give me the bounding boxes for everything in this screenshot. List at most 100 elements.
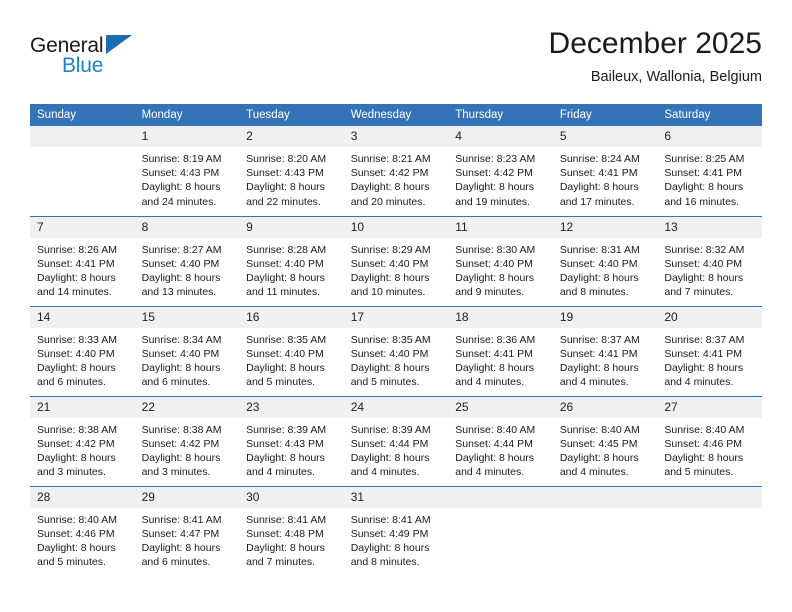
calendar-day-cell[interactable]: 26 Sunrise: 8:40 AM Sunset: 4:45 PM Dayligh…	[552, 395, 658, 486]
calendar-day-cell[interactable]: 5 Sunrise: 8:24 AM Sunset: 4:41 PM Daylight…	[552, 126, 658, 216]
daylight-text-line2: and 4 minutes.	[350, 466, 420, 479]
weekday-header-friday: Friday	[552, 104, 658, 126]
daylight-text-line2: and 6 minutes.	[37, 376, 106, 389]
calendar-day-cell[interactable]: 4 Sunrise: 8:23 AM Sunset: 4:42 PM Daylight…	[448, 126, 553, 216]
calendar-day-cell[interactable]: 1 Sunrise: 8:19 AM Sunset: 4:43 PM Daylight…	[134, 126, 240, 216]
day-number: 11	[448, 216, 553, 238]
calendar-day-cell[interactable]: 17 Sunrise: 8:35 AM Sunset: 4:40 PM Dayligh…	[343, 305, 449, 396]
day-number: 10	[343, 216, 449, 238]
calendar-week-row: 28 Sunrise: 8:40 AM Sunset: 4:46 PM Dayligh…	[30, 485, 762, 576]
weekday-header-sunday: Sunday	[30, 104, 135, 126]
sunrise-text: Sunrise: 8:27 AM	[141, 243, 222, 256]
calendar-day-cell[interactable]: 28 Sunrise: 8:40 AM Sunset: 4:46 PM Dayligh…	[30, 485, 135, 576]
daylight-text-line1: Daylight: 8 hours	[350, 541, 430, 554]
calendar-day-cell[interactable]: 20 Sunrise: 8:37 AM Sunset: 4:41 PM Dayligh…	[657, 305, 762, 396]
day-details: Sunrise: 8:32 AM Sunset: 4:40 PM Daylight:…	[657, 238, 762, 300]
calendar-day-cell[interactable]: 29 Sunrise: 8:41 AM Sunset: 4:47 PM Dayligh…	[134, 485, 240, 576]
day-number: 17	[343, 306, 449, 328]
weekday-header-thursday: Thursday	[448, 104, 553, 126]
sunrise-text: Sunrise: 8:19 AM	[141, 153, 222, 165]
sunset-text: Sunset: 4:47 PM	[141, 527, 220, 540]
calendar-day-cell[interactable]: 24 Sunrise: 8:39 AM Sunset: 4:44 PM Dayligh…	[343, 395, 449, 486]
daylight-text-line1: Daylight: 8 hours	[37, 271, 116, 284]
calendar-day-cell[interactable]: 12 Sunrise: 8:31 AM Sunset: 4:40 PM Dayligh…	[552, 215, 658, 306]
calendar-day-cell[interactable]: 31 Sunrise: 8:41 AM Sunset: 4:49 PM Dayligh…	[343, 485, 449, 576]
daylight-text-line1: Daylight: 8 hours	[559, 451, 639, 464]
daylight-text-line1: Daylight: 8 hours	[350, 271, 430, 284]
day-number: 15	[134, 306, 240, 328]
calendar-day-cell[interactable]: 2 Sunrise: 8:20 AM Sunset: 4:43 PM Daylight…	[239, 126, 344, 216]
sunrise-text: Sunrise: 8:35 AM	[246, 333, 327, 346]
daylight-text-line2: and 20 minutes.	[350, 195, 426, 208]
day-number: 1	[134, 126, 240, 147]
calendar-day-cell[interactable]: 30 Sunrise: 8:41 AM Sunset: 4:48 PM Dayligh…	[239, 485, 344, 576]
day-number: 22	[134, 396, 240, 418]
calendar-day-cell[interactable]: 18 Sunrise: 8:36 AM Sunset: 4:41 PM Dayligh…	[448, 305, 553, 396]
calendar-week-row: 21 Sunrise: 8:38 AM Sunset: 4:42 PM Dayligh…	[30, 395, 762, 486]
daylight-text-line1: Daylight: 8 hours	[559, 271, 639, 284]
daylight-text-line2: and 4 minutes.	[559, 376, 629, 389]
day-number: 29	[134, 486, 240, 508]
day-number	[448, 486, 553, 508]
daylight-text-line2: and 11 minutes.	[246, 286, 321, 299]
sunrise-text: Sunrise: 8:41 AM	[246, 513, 327, 526]
calendar-day-cell[interactable]: 13 Sunrise: 8:32 AM Sunset: 4:40 PM Dayligh…	[657, 215, 762, 306]
sunset-text: Sunset: 4:42 PM	[37, 437, 115, 450]
calendar-day-cell[interactable]: 22 Sunrise: 8:38 AM Sunset: 4:42 PM Dayligh…	[134, 395, 240, 486]
day-number	[657, 486, 762, 508]
calendar-day-cell[interactable]: 7 Sunrise: 8:26 AM Sunset: 4:41 PM Daylight…	[30, 215, 135, 306]
day-details: Sunrise: 8:30 AM Sunset: 4:40 PM Daylight:…	[448, 238, 553, 300]
daylight-text-line1: Daylight: 8 hours	[350, 451, 430, 464]
calendar-day-cell-empty	[552, 485, 658, 576]
daylight-text-line1: Daylight: 8 hours	[141, 451, 221, 464]
sunrise-text: Sunrise: 8:39 AM	[246, 423, 327, 436]
sunset-text: Sunset: 4:41 PM	[455, 347, 533, 360]
calendar-day-cell[interactable]: 27 Sunrise: 8:40 AM Sunset: 4:46 PM Dayligh…	[657, 395, 762, 486]
sunrise-text: Sunrise: 8:39 AM	[350, 423, 431, 436]
day-number: 9	[239, 216, 344, 238]
sunset-text: Sunset: 4:41 PM	[559, 347, 638, 360]
sunset-text: Sunset: 4:41 PM	[37, 257, 115, 270]
day-details: Sunrise: 8:39 AM Sunset: 4:44 PM Daylight:…	[344, 418, 449, 480]
daylight-text-line1: Daylight: 8 hours	[664, 361, 744, 374]
calendar-day-cell[interactable]: 23 Sunrise: 8:39 AM Sunset: 4:43 PM Dayligh…	[239, 395, 344, 486]
calendar-day-cell[interactable]: 3 Sunrise: 8:21 AM Sunset: 4:42 PM Daylight…	[343, 126, 449, 216]
day-number: 13	[657, 216, 762, 238]
sunset-text: Sunset: 4:48 PM	[246, 527, 324, 540]
calendar-day-cell[interactable]: 11 Sunrise: 8:30 AM Sunset: 4:40 PM Dayligh…	[448, 215, 553, 306]
day-details: Sunrise: 8:34 AM Sunset: 4:40 PM Daylight:…	[135, 328, 240, 390]
daylight-text-line1: Daylight: 8 hours	[246, 361, 325, 374]
calendar-day-cell[interactable]: 15 Sunrise: 8:34 AM Sunset: 4:40 PM Dayligh…	[134, 305, 240, 396]
day-details: Sunrise: 8:23 AM Sunset: 4:42 PM Daylight:…	[448, 147, 553, 209]
calendar-day-cell[interactable]: 14 Sunrise: 8:33 AM Sunset: 4:40 PM Dayligh…	[30, 305, 135, 396]
calendar-day-cell[interactable]: 9 Sunrise: 8:28 AM Sunset: 4:40 PM Daylight…	[239, 215, 344, 306]
daylight-text-line1: Daylight: 8 hours	[37, 541, 116, 554]
day-details: Sunrise: 8:20 AM Sunset: 4:43 PM Daylight:…	[239, 147, 344, 209]
daylight-text-line2: and 9 minutes.	[455, 286, 525, 299]
daylight-text-line1: Daylight: 8 hours	[246, 181, 325, 194]
generalblue-logo[interactable]: General Blue	[30, 34, 160, 86]
sunrise-text: Sunrise: 8:31 AM	[559, 243, 640, 256]
sunset-text: Sunset: 4:40 PM	[455, 257, 533, 270]
daylight-text-line1: Daylight: 8 hours	[559, 361, 639, 374]
calendar-day-cell[interactable]: 25 Sunrise: 8:40 AM Sunset: 4:44 PM Dayligh…	[448, 395, 553, 486]
calendar-day-cell[interactable]: 8 Sunrise: 8:27 AM Sunset: 4:40 PM Daylight…	[134, 215, 240, 306]
calendar-day-cell[interactable]: 16 Sunrise: 8:35 AM Sunset: 4:40 PM Dayligh…	[239, 305, 344, 396]
sunset-text: Sunset: 4:40 PM	[141, 257, 220, 270]
calendar-day-cell[interactable]: 19 Sunrise: 8:37 AM Sunset: 4:41 PM Dayligh…	[552, 305, 658, 396]
sunset-text: Sunset: 4:45 PM	[559, 437, 638, 450]
sunset-text: Sunset: 4:40 PM	[664, 257, 743, 270]
day-number: 27	[657, 396, 762, 418]
day-number: 18	[448, 306, 553, 328]
daylight-text-line1: Daylight: 8 hours	[664, 451, 744, 464]
daylight-text-line1: Daylight: 8 hours	[455, 271, 535, 284]
calendar-day-cell[interactable]: 6 Sunrise: 8:25 AM Sunset: 4:41 PM Daylight…	[657, 126, 762, 216]
weekday-header-monday: Monday	[134, 104, 240, 126]
sunrise-text: Sunrise: 8:32 AM	[664, 243, 745, 256]
daylight-text-line2: and 6 minutes.	[141, 556, 211, 569]
calendar-day-cell[interactable]: 21 Sunrise: 8:38 AM Sunset: 4:42 PM Dayligh…	[30, 395, 135, 486]
day-number: 12	[552, 216, 658, 238]
calendar-day-cell[interactable]: 10 Sunrise: 8:29 AM Sunset: 4:40 PM Dayligh…	[343, 215, 449, 306]
calendar-day-cell-empty	[30, 126, 135, 216]
sunset-text: Sunset: 4:40 PM	[246, 257, 324, 270]
